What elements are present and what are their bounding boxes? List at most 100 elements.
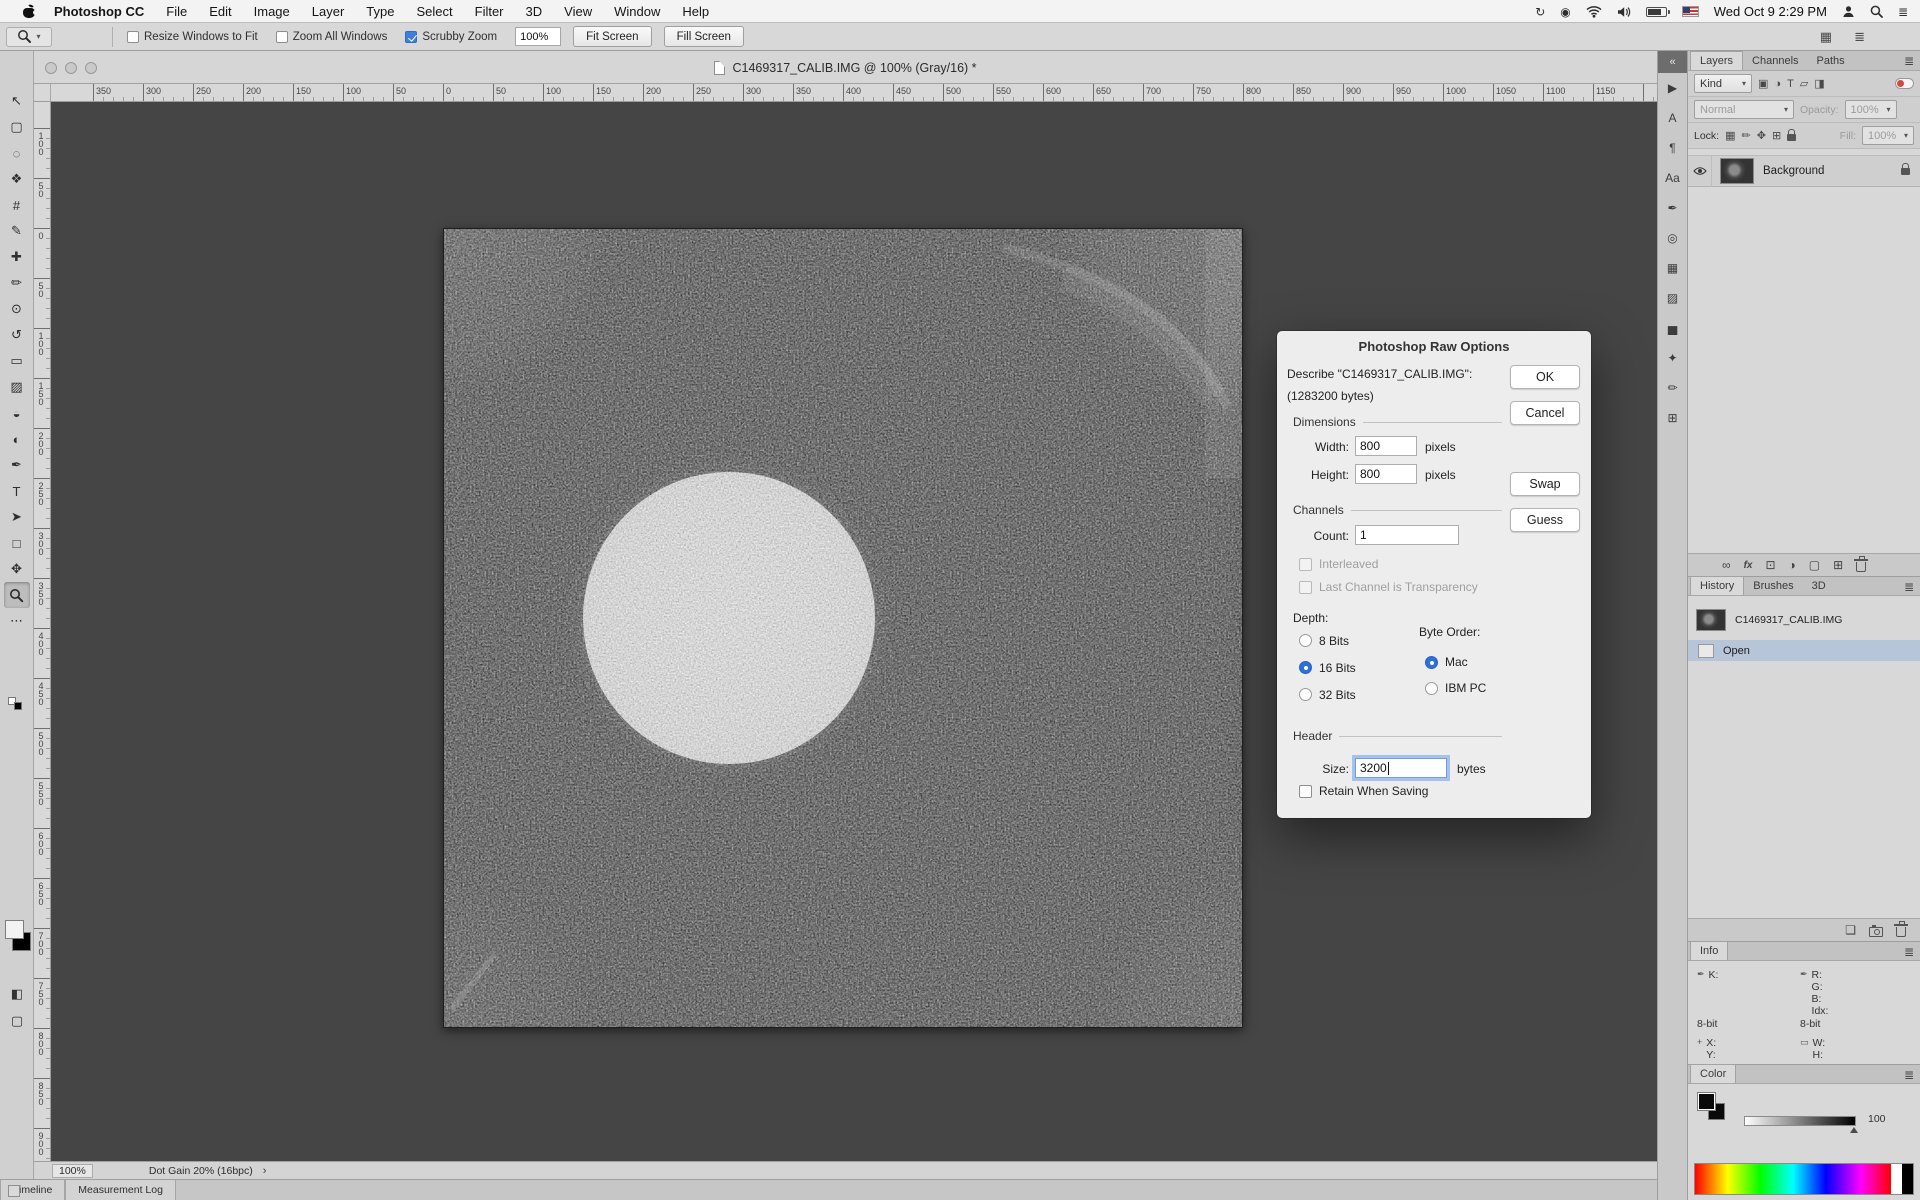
checkbox-resize-windows-to-fit[interactable]: Resize Windows to Fit [127, 31, 258, 43]
hand-tool[interactable]: ✥ [4, 556, 30, 582]
type-tool[interactable]: T [4, 478, 30, 504]
color-panel-menu-icon[interactable]: ≣ [1904, 1068, 1914, 1082]
actions-panel-icon[interactable]: ▶ [1658, 73, 1687, 103]
history-brush-tool[interactable]: ↺ [4, 322, 30, 348]
history-state-open[interactable]: Open [1688, 640, 1920, 661]
gradient-tool[interactable]: ▨ [4, 374, 30, 400]
zoom-percent-field[interactable]: 100% [515, 27, 561, 46]
glyphs-panel-icon[interactable]: Aa [1658, 163, 1687, 193]
notification-center-icon[interactable]: ≣ [1898, 5, 1908, 19]
menu-edit[interactable]: Edit [209, 4, 231, 19]
expand-panels-button[interactable]: « [1658, 51, 1687, 73]
clone-stamp-tool[interactable]: ⊙ [4, 296, 30, 322]
radio-mac[interactable]: Mac [1425, 649, 1486, 675]
checkbox-last-channel-is-transparency[interactable]: Last Channel is Transparency [1299, 580, 1478, 594]
document-title-bar[interactable]: C1469317_CALIB.IMG @ 100% (Gray/16) * [34, 51, 1657, 84]
paragraph-panel-icon[interactable]: ¶ [1658, 133, 1687, 163]
healing-brush-tool[interactable]: ✚ [4, 244, 30, 270]
navigator-panel-icon[interactable]: ✦ [1658, 343, 1687, 373]
tab-3d[interactable]: 3D [1803, 576, 1835, 595]
layer-filter-toggle[interactable] [1895, 78, 1914, 89]
delete-layer-icon[interactable] [1856, 562, 1866, 572]
pen-tool[interactable]: ✒ [4, 452, 30, 478]
tab-color[interactable]: Color [1690, 1064, 1736, 1083]
menu-window[interactable]: Window [614, 4, 660, 19]
sync-status-icon[interactable]: ↻ [1535, 5, 1545, 19]
ok-button[interactable]: OK [1510, 365, 1580, 389]
character-panel-icon[interactable]: A [1658, 103, 1687, 133]
swap-button[interactable]: Swap [1510, 472, 1580, 496]
count-field[interactable]: 1 [1355, 525, 1459, 545]
layer-effects-icon[interactable]: fx [1744, 560, 1753, 571]
lock-pixels-icon[interactable]: ✏ [1742, 129, 1751, 142]
display-status-icon[interactable]: ◉ [1560, 5, 1570, 19]
layer-visibility-toggle[interactable] [1688, 155, 1712, 187]
quick-selection-tool[interactable]: ❖ [4, 166, 30, 192]
screen-mode-button[interactable]: ▢ [0, 1013, 34, 1029]
radio-32-bits[interactable]: 32 Bits [1299, 681, 1356, 708]
filter-pixel-layers-icon[interactable]: ▣ [1758, 77, 1768, 90]
height-field[interactable]: 800 [1355, 464, 1417, 484]
styles-panel-icon[interactable]: ▨ [1658, 283, 1687, 313]
color-foreground-swatch[interactable] [1698, 1093, 1715, 1110]
k-slider[interactable] [1744, 1116, 1856, 1126]
path-selection-tool[interactable]: ➤ [4, 504, 30, 530]
new-group-icon[interactable]: ▢ [1809, 558, 1820, 572]
fit-screen-button[interactable]: Fit Screen [573, 26, 651, 47]
new-adjustment-layer-icon[interactable]: ◑ [1789, 558, 1796, 572]
layer-filter-kind-select[interactable]: Kind▾ [1694, 74, 1752, 93]
k-value[interactable]: 100 [1868, 1113, 1886, 1125]
fill-screen-button[interactable]: Fill Screen [664, 26, 744, 47]
eraser-tool[interactable]: ▭ [4, 348, 30, 374]
menu-help[interactable]: Help [682, 4, 709, 19]
tab-layers[interactable]: Layers [1690, 51, 1743, 70]
layer-row-background[interactable]: Background [1688, 155, 1920, 187]
spotlight-icon[interactable] [1870, 5, 1883, 18]
default-colors-icon[interactable] [8, 697, 24, 711]
vertical-ruler[interactable]: 1005005010015020025030035040045050055060… [34, 102, 51, 1161]
lasso-tool[interactable]: ◌ [4, 140, 30, 166]
bottom-panel-icon[interactable] [8, 1185, 20, 1197]
menu-file[interactable]: File [166, 4, 187, 19]
lock-position-icon[interactable]: ✥ [1757, 129, 1766, 142]
radio-8-bits[interactable]: 8 Bits [1299, 627, 1356, 654]
wifi-icon[interactable] [1586, 5, 1602, 18]
blur-tool[interactable]: ◒ [4, 400, 30, 426]
info-panel-menu-icon[interactable]: ≣ [1904, 945, 1914, 959]
filter-shape-layers-icon[interactable]: ▱ [1800, 77, 1808, 90]
brush-tool[interactable]: ✏ [4, 270, 30, 296]
volume-icon[interactable] [1617, 6, 1631, 18]
tab-info[interactable]: Info [1690, 941, 1728, 960]
apple-menu-icon[interactable] [22, 4, 36, 19]
opacity-select[interactable]: 100%▾ [1845, 100, 1897, 119]
clone-source-panel-icon[interactable]: ◎ [1658, 223, 1687, 253]
arrange-documents-icon[interactable]: ▦ [1820, 29, 1832, 45]
menu-select[interactable]: Select [416, 4, 452, 19]
size-field[interactable]: 3200 [1355, 758, 1447, 778]
blend-mode-select[interactable]: Normal▾ [1694, 100, 1794, 119]
history-panel-menu-icon[interactable]: ≣ [1904, 580, 1914, 594]
measurement-log-panel-icon[interactable]: ⊞ [1658, 403, 1687, 433]
guess-button[interactable]: Guess [1510, 508, 1580, 532]
history-snapshot-row[interactable]: C1469317_CALIB.IMG [1688, 606, 1920, 634]
filter-type-layers-icon[interactable]: T [1787, 78, 1794, 90]
tab-channels[interactable]: Channels [1743, 51, 1807, 70]
k-slider-marker[interactable] [1850, 1127, 1858, 1133]
lock-artboard-icon[interactable]: ⊞ [1772, 129, 1781, 142]
width-field[interactable]: 800 [1355, 436, 1417, 456]
radio-16-bits[interactable]: 16 Bits [1299, 654, 1356, 681]
radio-ibm-pc[interactable]: IBM PC [1425, 675, 1486, 701]
layers-panel-menu-icon[interactable]: ≣ [1904, 54, 1914, 68]
lock-all-icon[interactable] [1787, 134, 1796, 141]
menu-filter[interactable]: Filter [475, 4, 504, 19]
fill-select[interactable]: 100%▾ [1862, 126, 1914, 145]
eyedropper-tool[interactable]: ✎ [4, 218, 30, 244]
horizontal-ruler[interactable]: 3503002502001501005005010015020025030035… [51, 84, 1657, 102]
link-layers-icon[interactable]: ∞ [1722, 558, 1731, 572]
rectangle-tool[interactable]: □ [4, 530, 30, 556]
delete-state-icon[interactable] [1896, 927, 1906, 937]
move-tool[interactable]: ↖ [4, 88, 30, 114]
tab-history[interactable]: History [1690, 576, 1744, 595]
filter-smart-objects-icon[interactable]: ◨ [1814, 77, 1824, 90]
tab-paths[interactable]: Paths [1808, 51, 1854, 70]
